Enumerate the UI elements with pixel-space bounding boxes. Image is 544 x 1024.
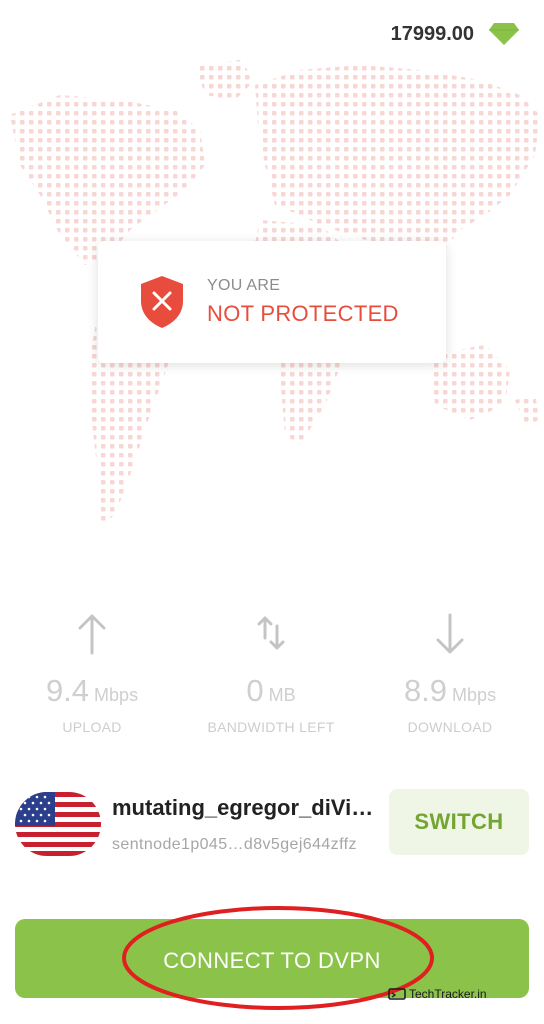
upload-value: 9.4 Mbps xyxy=(7,673,177,709)
gem-icon xyxy=(489,23,519,45)
download-unit: Mbps xyxy=(452,685,497,705)
upload-label: UPLOAD xyxy=(62,719,122,735)
watermark: TechTracker.in xyxy=(388,987,487,1001)
status-value: NOT PROTECTED xyxy=(207,301,399,326)
switch-node-button[interactable]: SWITCH xyxy=(389,789,529,855)
upload-number: 9.4 xyxy=(45,673,90,708)
node-address: sentnode1p045…d8v5gej644zffz xyxy=(112,836,357,853)
watermark-text: TechTracker.in xyxy=(409,987,487,1001)
upload-unit: Mbps xyxy=(94,685,139,705)
balance-value: 17999.00 xyxy=(390,22,474,45)
arrow-down-icon xyxy=(436,613,464,654)
download-stat: 8.9 Mbps DOWNLOAD xyxy=(365,612,535,735)
shield-x-icon xyxy=(141,276,183,328)
selected-node: mutating_egregor_diVi… sentnode1p045…d8v… xyxy=(15,789,529,858)
us-flag xyxy=(15,792,101,856)
bandwidth-value: 0 MB xyxy=(186,673,356,709)
node-name: mutating_egregor_diVi… xyxy=(112,795,374,820)
laptop-icon xyxy=(388,988,406,1000)
protection-status-card: YOU ARE NOT PROTECTED xyxy=(98,241,446,363)
status-label: YOU ARE xyxy=(207,277,281,294)
download-label: DOWNLOAD xyxy=(407,719,493,735)
arrow-up-icon xyxy=(78,614,106,655)
connect-label: CONNECT TO DVPN xyxy=(163,947,381,973)
us-flag-icon xyxy=(15,792,101,856)
bandwidth-label: BANDWIDTH LEFT xyxy=(207,719,335,735)
balance-display: 17999.00 xyxy=(391,22,520,46)
bandwidth-stat: 0 MB BANDWIDTH LEFT xyxy=(186,612,356,735)
bandwidth-unit: MB xyxy=(268,685,296,705)
arrows-up-down-icon xyxy=(257,616,285,650)
download-number: 8.9 xyxy=(403,673,448,708)
download-value: 8.9 Mbps xyxy=(365,673,535,709)
status-text: YOU ARE NOT PROTECTED xyxy=(207,277,399,327)
upload-stat: 9.4 Mbps UPLOAD xyxy=(7,612,177,735)
bandwidth-number: 0 xyxy=(246,673,264,708)
